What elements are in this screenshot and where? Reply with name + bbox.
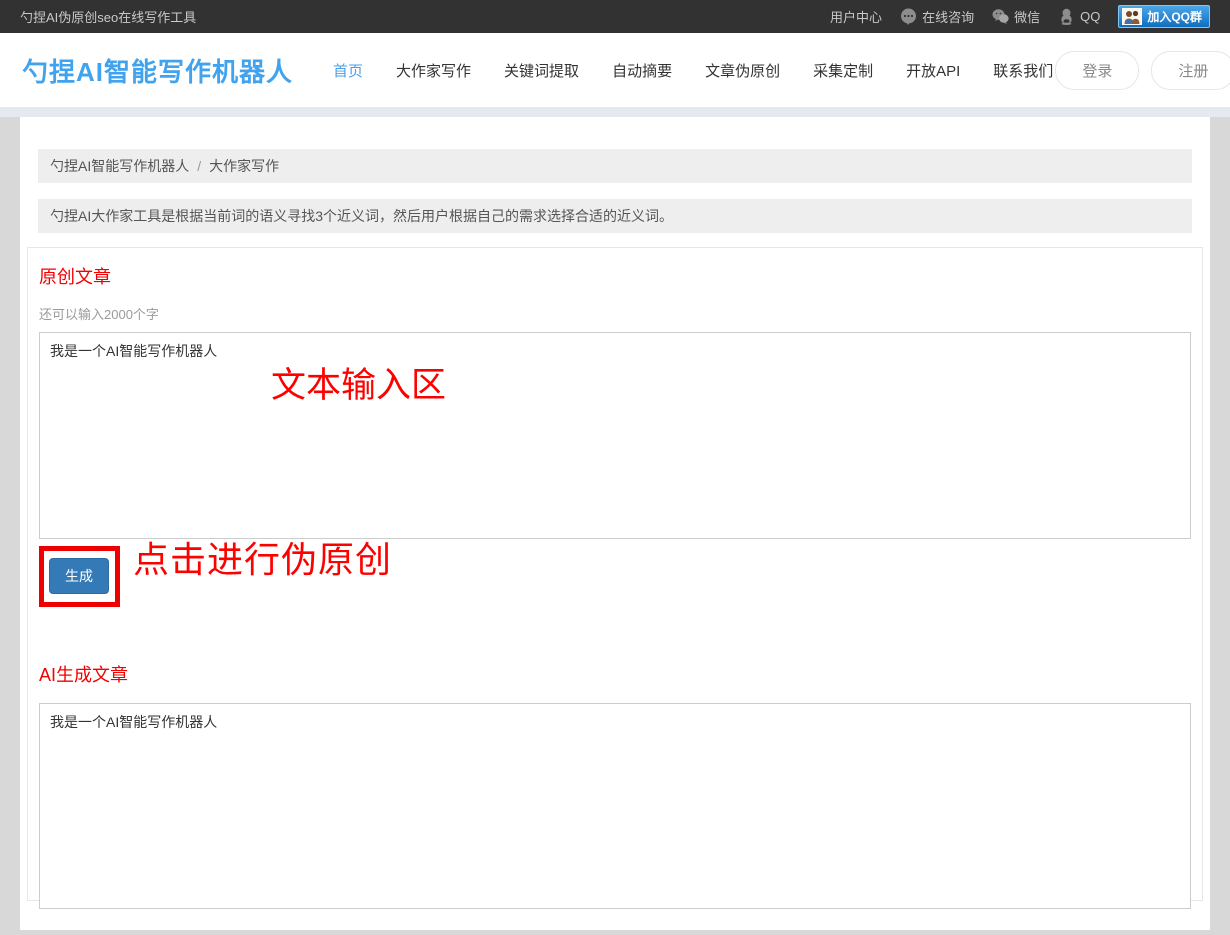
- wechat-icon: [992, 8, 1009, 25]
- nav-item-contact-us[interactable]: 联系我们: [991, 54, 1055, 87]
- register-button[interactable]: 注册: [1151, 51, 1230, 90]
- online-service-link[interactable]: 在线咨询: [900, 7, 974, 26]
- output-area-wrap: 我是一个AI智能写作机器人: [39, 703, 1191, 909]
- main-nav: 首页 大作家写作 关键词提取 自动摘要 文章伪原创 采集定制 开放API 联系我…: [331, 54, 1055, 87]
- nav-item-keyword-extract[interactable]: 关键词提取: [502, 54, 581, 87]
- nav-item-writer[interactable]: 大作家写作: [394, 54, 473, 87]
- user-center-link[interactable]: 用户中心: [830, 7, 882, 26]
- nav-item-pseudo-original[interactable]: 文章伪原创: [703, 54, 782, 87]
- nav-item-collection-custom[interactable]: 采集定制: [811, 54, 875, 87]
- join-qq-group-button[interactable]: 加入QQ群: [1118, 5, 1210, 28]
- writer-panel: 原创文章 还可以输入2000个字 我是一个AI智能写作机器人 文本输入区 生成 …: [27, 247, 1203, 901]
- nav-item-open-api[interactable]: 开放API: [904, 54, 962, 87]
- breadcrumb: 勺捏AI智能写作机器人 / 大作家写作: [38, 149, 1192, 183]
- breadcrumb-home-link[interactable]: 勺捏AI智能写作机器人: [50, 156, 189, 176]
- site-subtitle: 勺捏AI伪原创seo在线写作工具: [20, 7, 196, 26]
- nav-item-home[interactable]: 首页: [331, 54, 365, 87]
- input-area-wrap: 我是一个AI智能写作机器人 文本输入区: [39, 332, 1191, 539]
- qq-group-avatars-icon: [1122, 8, 1142, 25]
- site-logo[interactable]: 勺捏AI智能写作机器人: [22, 52, 293, 89]
- tool-description-text: 勺捏AI大作家工具是根据当前词的语义寻找3个近义词，然后用户根据自己的需求选择合…: [50, 206, 673, 226]
- generated-text-output[interactable]: 我是一个AI智能写作机器人: [39, 703, 1191, 909]
- main-header: 勺捏AI智能写作机器人 首页 大作家写作 关键词提取 自动摘要 文章伪原创 采集…: [0, 33, 1230, 107]
- breadcrumb-separator: /: [197, 158, 201, 174]
- qq-link[interactable]: QQ: [1058, 8, 1100, 25]
- topbar: 勺捏AI伪原创seo在线写作工具 用户中心 在线咨询 微信 QQ: [0, 0, 1230, 33]
- nav-item-auto-summary[interactable]: 自动摘要: [610, 54, 674, 87]
- breadcrumb-current: 大作家写作: [209, 156, 279, 176]
- qq-penguin-icon: [1058, 8, 1075, 25]
- header-divider: [0, 107, 1230, 117]
- page-background: 勺捏AI智能写作机器人 / 大作家写作 勺捏AI大作家工具是根据当前词的语义寻找…: [0, 117, 1230, 935]
- content-container: 勺捏AI智能写作机器人 / 大作家写作 勺捏AI大作家工具是根据当前词的语义寻找…: [20, 117, 1210, 930]
- chat-bubble-icon: [900, 8, 917, 25]
- tool-description-bar: 勺捏AI大作家工具是根据当前词的语义寻找3个近义词，然后用户根据自己的需求选择合…: [38, 199, 1192, 233]
- source-text-input[interactable]: 我是一个AI智能写作机器人: [39, 332, 1191, 539]
- output-section-title: AI生成文章: [39, 661, 1191, 687]
- generate-row: 生成 点击进行伪原创: [39, 558, 1191, 590]
- login-button[interactable]: 登录: [1055, 51, 1139, 90]
- topbar-links: 用户中心 在线咨询 微信 QQ 加入QQ群: [830, 5, 1210, 28]
- annotation-generate-hint: 点击进行伪原创: [133, 540, 392, 581]
- wechat-link[interactable]: 微信: [992, 7, 1040, 26]
- char-count-hint: 还可以输入2000个字: [39, 304, 1191, 323]
- auth-buttons: 登录 注册: [1055, 51, 1230, 90]
- generate-button[interactable]: 生成: [49, 558, 109, 594]
- input-section-title: 原创文章: [39, 263, 1191, 289]
